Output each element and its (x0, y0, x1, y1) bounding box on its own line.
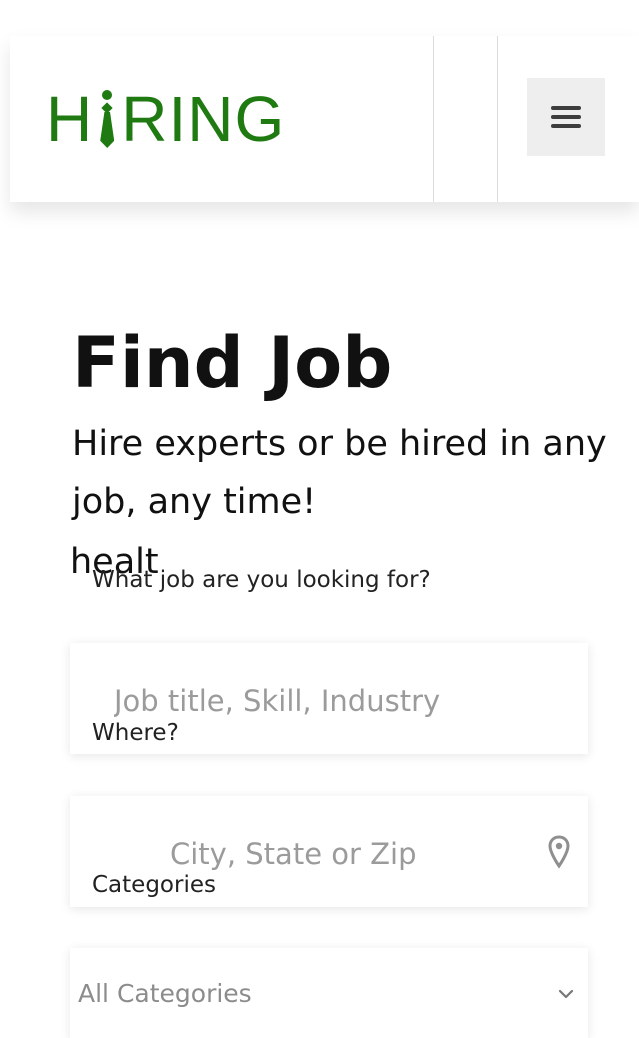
categories-field: All Categories (70, 948, 588, 1038)
hero-subtitle: Hire experts or be hired in any job, any… (72, 424, 607, 522)
tie-dot (102, 90, 113, 100)
categories-selected-value: All Categories (78, 979, 252, 1008)
categories-label: Categories (92, 872, 216, 898)
page-title: Find Job (72, 322, 393, 404)
location-label: Where? (92, 720, 179, 746)
categories-select[interactable]: All Categories (78, 974, 578, 1014)
logo-text-end: RING (121, 83, 286, 155)
menu-bar (551, 106, 581, 110)
site-header: H RING (10, 36, 639, 202)
job-search-label: What job are you looking for? (92, 567, 431, 593)
location-input[interactable] (170, 834, 470, 874)
logo-text-start: H (46, 83, 94, 155)
job-search-input[interactable] (114, 681, 524, 721)
chevron-down-icon (558, 989, 574, 999)
tie-knot (101, 102, 113, 114)
menu-bar (551, 124, 581, 128)
menu-button[interactable] (527, 78, 605, 156)
page: H RING Find Job Hire experts or be hired… (0, 0, 639, 1038)
header-divider (433, 36, 434, 202)
tie-body (100, 112, 115, 148)
hiring-logo[interactable]: H RING (46, 84, 285, 154)
hamburger-menu-icon (551, 106, 581, 128)
tie-icon (97, 90, 117, 148)
header-divider (497, 36, 498, 202)
menu-bar (551, 115, 581, 119)
location-pin-icon (548, 835, 570, 869)
